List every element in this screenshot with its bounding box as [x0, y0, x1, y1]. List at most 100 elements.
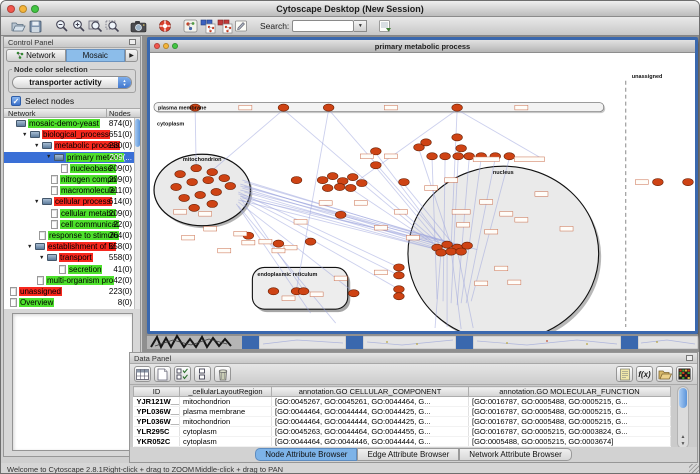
- tree-row[interactable]: Overview8(0): [4, 297, 140, 308]
- notes-button[interactable]: [616, 366, 633, 382]
- table-row[interactable]: YPL036W__1mitochondrion[GO:0044464, GO:0…: [134, 417, 671, 427]
- expand-arrow-icon[interactable]: ▼: [22, 132, 30, 138]
- tab-overflow-arrow[interactable]: ▶: [125, 49, 138, 62]
- network-node[interactable]: [683, 178, 694, 185]
- expand-arrow-icon[interactable]: ▼: [34, 199, 42, 205]
- network-node[interactable]: [452, 134, 463, 141]
- table-cell[interactable]: mitochondrion: [180, 417, 272, 427]
- network-node[interactable]: [345, 184, 356, 191]
- tree-row[interactable]: mosaic-demo-yeast874(0): [4, 118, 140, 129]
- select-attributes-button[interactable]: [174, 366, 191, 382]
- zoom-selected-button[interactable]: [104, 18, 121, 34]
- search-input[interactable]: [292, 20, 354, 32]
- open-session-button[interactable]: [10, 18, 27, 34]
- select-nodes-checkbox[interactable]: ✓: [11, 96, 21, 106]
- network-node[interactable]: [399, 178, 410, 185]
- network-node[interactable]: [371, 162, 382, 169]
- tree-row[interactable]: nucleobase-209(0): [4, 163, 140, 174]
- tree-row[interactable]: cell communicat22(0): [4, 219, 140, 230]
- network-node[interactable]: [189, 204, 200, 211]
- tree-row[interactable]: multi-organism pro42(0): [4, 275, 140, 286]
- tab-edge-attribute-browser[interactable]: Edge Attribute Browser: [357, 448, 459, 461]
- function-builder-button[interactable]: f(x): [636, 366, 653, 382]
- table-cell[interactable]: YLR295C: [134, 427, 180, 437]
- tree-row[interactable]: ▼biological_process651(0): [4, 129, 140, 140]
- expand-arrow-icon[interactable]: ▼: [46, 154, 54, 160]
- zoom-out-button[interactable]: [53, 18, 70, 34]
- network-node[interactable]: [268, 288, 279, 295]
- save-session-button[interactable]: [27, 18, 44, 34]
- table-cell[interactable]: [GO:0044464, GO:0044444, GO:0044425, G..…: [272, 417, 469, 427]
- table-row[interactable]: YPL036W__2plasma membrane[GO:0044464, GO…: [134, 407, 671, 417]
- network-node[interactable]: [394, 272, 405, 279]
- tree-row[interactable]: ▼metabolic process280(0): [4, 140, 140, 151]
- layout-red-button[interactable]: [216, 18, 233, 34]
- network-node[interactable]: [195, 191, 206, 198]
- import-attributes-button[interactable]: [656, 366, 673, 382]
- network-node[interactable]: [171, 183, 182, 190]
- annotation-button[interactable]: [233, 18, 250, 34]
- network-node[interactable]: [436, 249, 447, 256]
- network-node[interactable]: [327, 173, 338, 180]
- float-panel-icon[interactable]: [129, 39, 136, 45]
- table-scroll-thumb[interactable]: [679, 388, 687, 408]
- network-node[interactable]: [394, 293, 405, 300]
- network-node[interactable]: [278, 104, 289, 111]
- tree-row[interactable]: ▼primary metabo209(...: [4, 152, 140, 163]
- minimize-button[interactable]: [19, 5, 27, 13]
- network-node[interactable]: [322, 184, 333, 191]
- network-node[interactable]: [442, 241, 453, 248]
- table-cell[interactable]: YPL036W__1: [134, 417, 180, 427]
- search-index-button[interactable]: [376, 18, 393, 34]
- column-header[interactable]: annotation.GO CELLULAR_COMPONENT: [272, 387, 469, 397]
- network-node[interactable]: [273, 240, 284, 247]
- network-node[interactable]: [207, 169, 218, 176]
- network-node[interactable]: [335, 211, 346, 218]
- resize-grip[interactable]: [689, 464, 700, 474]
- tab-node-attribute-browser[interactable]: Node Attribute Browser: [255, 448, 357, 461]
- zoom-button[interactable]: [31, 5, 39, 13]
- table-cell[interactable]: cytoplasm: [180, 427, 272, 437]
- network-canvas-svg[interactable]: plasma membranecytoplasmmitochondrionnuc…: [150, 53, 695, 331]
- table-cell[interactable]: mitochondrion: [180, 447, 272, 448]
- help-lifesaver-button[interactable]: [156, 18, 173, 34]
- column-header[interactable]: _cellularLayoutRegion: [180, 387, 272, 397]
- network-node[interactable]: [187, 178, 198, 185]
- network-node[interactable]: [305, 238, 316, 245]
- network-node[interactable]: [446, 248, 457, 255]
- network-node[interactable]: [653, 178, 664, 185]
- tree-scrollbar[interactable]: [134, 118, 140, 309]
- node-color-dropdown[interactable]: transporter activity ▲▼: [12, 76, 132, 89]
- float-panel-icon[interactable]: [686, 355, 693, 361]
- network-node[interactable]: [421, 139, 432, 146]
- tree-row[interactable]: ▼establishment of lo558(0): [4, 241, 140, 252]
- tab-network-attribute-browser[interactable]: Network Attribute Browser: [459, 448, 571, 461]
- network-canvas[interactable]: plasma membranecytoplasmmitochondrionnuc…: [150, 53, 695, 331]
- tree-row[interactable]: response to stimulu264(0): [4, 230, 140, 241]
- close-icon[interactable]: [154, 43, 160, 49]
- table-cell[interactable]: mitochondrion: [180, 397, 272, 407]
- network-node[interactable]: [427, 153, 438, 160]
- table-cell[interactable]: [GO:0044464, GO:0044446, GO:0044444, G..…: [272, 437, 469, 447]
- expand-arrow-icon[interactable]: ▼: [27, 244, 35, 250]
- column-header[interactable]: ID: [134, 387, 180, 397]
- network-node[interactable]: [317, 177, 328, 184]
- table-cell[interactable]: YPL036W__2: [134, 407, 180, 417]
- network-view-window[interactable]: primary metabolic process plasma membran…: [147, 37, 698, 334]
- table-cell[interactable]: YDR039C__1: [134, 447, 180, 448]
- tree-scroll-thumb[interactable]: [135, 119, 140, 147]
- network-node[interactable]: [440, 153, 451, 160]
- table-row[interactable]: YKR052Ccytoplasm[GO:0044464, GO:0044446,…: [134, 437, 671, 447]
- network-node[interactable]: [394, 264, 405, 271]
- table-cell[interactable]: YJR121W__1: [134, 397, 180, 407]
- network-node[interactable]: [347, 174, 358, 181]
- tree-row[interactable]: unassigned223(0): [4, 286, 140, 297]
- network-node[interactable]: [175, 171, 186, 178]
- attribute-table-button[interactable]: [134, 366, 151, 382]
- table-cell[interactable]: [GO:0016787, GO:0005488, GO:0005215, G..…: [469, 397, 671, 407]
- network-node[interactable]: [464, 153, 475, 160]
- table-cell[interactable]: [GO:0016787, GO:0005488, GO:0005215, G..…: [469, 447, 671, 448]
- table-cell[interactable]: cytoplasm: [180, 437, 272, 447]
- zoom-fit-button[interactable]: [87, 18, 104, 34]
- table-row[interactable]: YDR039C__1mitochondrion[GO:0044464, GO:0…: [134, 447, 671, 448]
